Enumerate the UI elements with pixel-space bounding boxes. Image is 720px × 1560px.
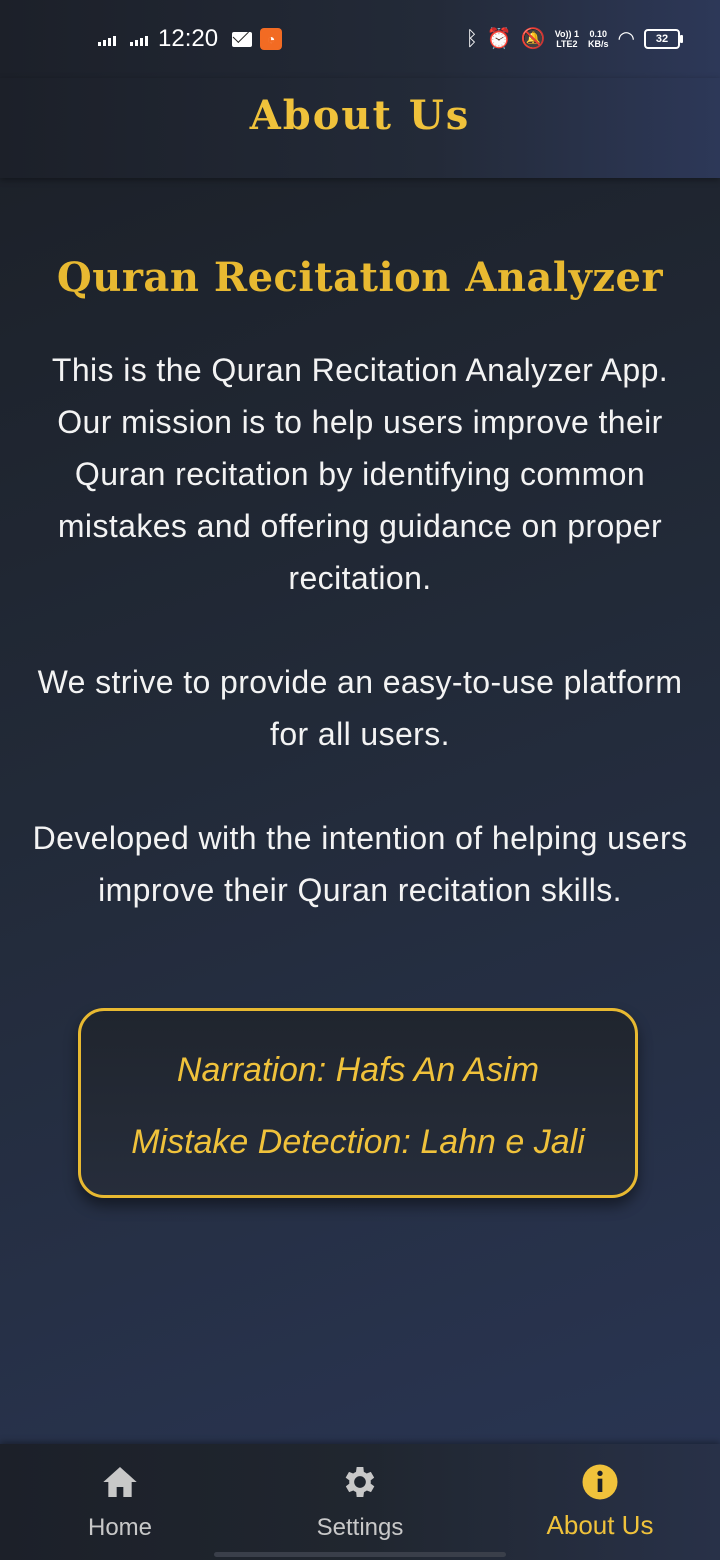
- nav-item-settings[interactable]: Settings: [240, 1444, 480, 1560]
- mission-paragraph: This is the Quran Recitation Analyzer Ap…: [51, 352, 669, 596]
- battery-icon: 32: [644, 29, 683, 49]
- wifi-icon: ◠: [617, 28, 635, 50]
- volte-indicator: Vo)) 1 LTE2: [554, 29, 580, 49]
- status-time: 12:20: [158, 25, 219, 52]
- alarm-icon: ⏰: [486, 28, 512, 50]
- mistake-detection-text: Mistake Detection: Lahn e Jali: [131, 1123, 585, 1161]
- signal-icon-sim2: [130, 32, 148, 46]
- signal-icon: [98, 32, 116, 46]
- status-bar: 12:20 ◔ ᛒ ⏰ 🔕 Vo)) 1 LTE2 0.10 KB/s ◠ 32: [0, 0, 720, 78]
- narration-text: Narration: Hafs An Asim: [176, 1051, 540, 1089]
- mail-icon: [232, 31, 253, 47]
- home-indicator[interactable]: [214, 1552, 506, 1557]
- nav-item-about-us[interactable]: About Us: [480, 1444, 720, 1560]
- bluetooth-icon: ᛒ: [465, 28, 478, 50]
- network-speed: 0.10 KB/s: [588, 29, 609, 49]
- gear-icon: [345, 1467, 375, 1497]
- app-header: About Us: [0, 78, 720, 178]
- bottom-navigation: Home Settings About Us: [0, 1444, 720, 1560]
- nav-label-about-us: About Us: [546, 1510, 654, 1540]
- page-title: About Us: [249, 92, 471, 139]
- nav-label-settings: Settings: [316, 1514, 404, 1541]
- info-icon: [582, 1464, 618, 1500]
- status-left: 12:20 ◔: [98, 24, 283, 54]
- status-right: ᛒ ⏰ 🔕 Vo)) 1 LTE2 0.10 KB/s ◠ 32: [465, 24, 683, 54]
- intention-paragraph: Developed with the intention of helping …: [32, 820, 688, 908]
- platform-paragraph: We strive to provide an easy-to-use plat…: [37, 664, 683, 752]
- mute-icon: 🔕: [520, 28, 546, 50]
- nav-label-home: Home: [87, 1514, 153, 1541]
- info-card: Narration: Hafs An Asim Mistake Detectio…: [78, 1008, 638, 1198]
- app-notification-icon: ◔: [260, 28, 283, 50]
- app-name-heading: Quran Recitation Analyzer: [56, 254, 664, 301]
- home-icon: [103, 1467, 137, 1497]
- nav-item-home[interactable]: Home: [0, 1444, 240, 1560]
